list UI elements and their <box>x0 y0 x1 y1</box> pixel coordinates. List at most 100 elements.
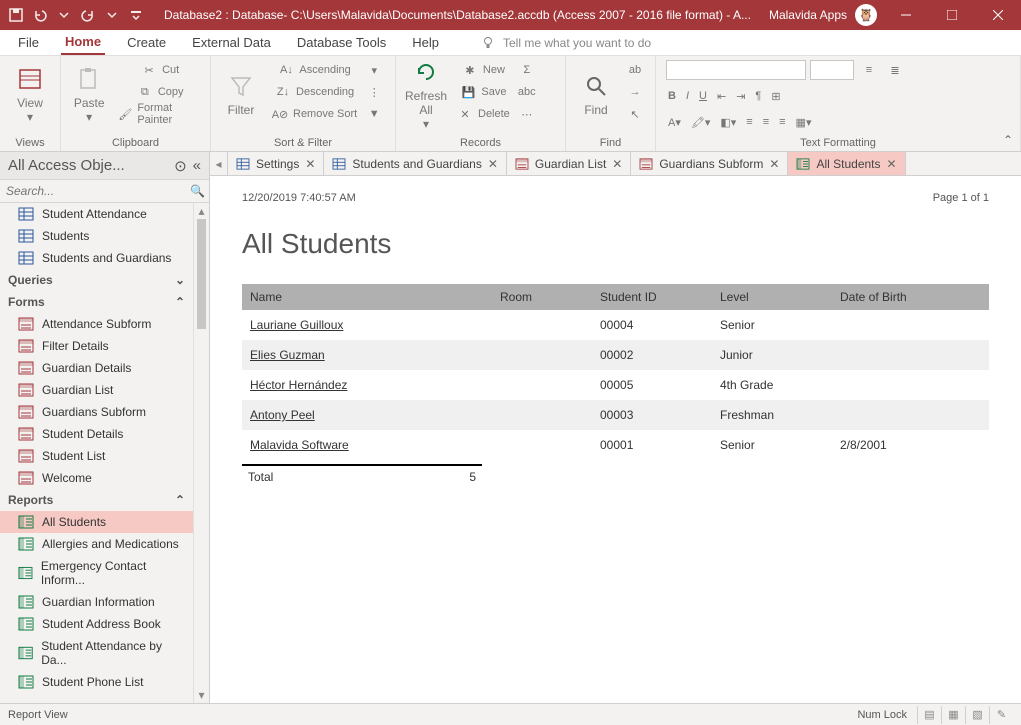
totals-button[interactable]: Σ <box>516 60 538 80</box>
cell-name[interactable]: Lauriane Guilloux <box>242 310 492 340</box>
bullets-button[interactable]: ≡ <box>858 60 880 80</box>
apps-label[interactable]: Malavida Apps <box>769 8 847 22</box>
align-right-button[interactable]: ≡ <box>777 112 787 132</box>
document-tab[interactable]: Guardians Subform✕ <box>631 152 788 175</box>
tab-create[interactable]: Create <box>123 30 170 55</box>
tab-database-tools[interactable]: Database Tools <box>293 30 390 55</box>
refresh-all-button[interactable]: Refresh All ▾ <box>402 60 450 130</box>
remove-sort-button[interactable]: A⊘Remove Sort <box>269 104 359 124</box>
view-button[interactable]: View ▾ <box>6 60 54 130</box>
indent-increase-button[interactable]: ⇥ <box>734 86 747 106</box>
nav-form-item[interactable]: Student List <box>0 445 193 467</box>
nav-report-item[interactable]: Student Attendance by Da... <box>0 635 193 671</box>
undo-icon[interactable] <box>32 7 48 23</box>
nav-report-item[interactable]: Emergency Contact Inform... <box>0 555 193 591</box>
gridlines-button[interactable]: ⊞ <box>769 86 782 106</box>
toggle-filter-button[interactable]: ▼ <box>363 104 385 124</box>
nav-table-item[interactable]: Students <box>0 225 193 247</box>
nav-scrollbar[interactable]: ▴ ▾ <box>193 203 209 703</box>
nav-report-item[interactable]: Student Phone List <box>0 671 193 693</box>
minimize-button[interactable] <box>883 0 929 30</box>
nav-form-item[interactable]: Guardian List <box>0 379 193 401</box>
nav-form-item[interactable]: Welcome <box>0 467 193 489</box>
nav-group-queries[interactable]: Queries⌄ <box>0 269 193 291</box>
document-tab[interactable]: Students and Guardians✕ <box>324 152 506 175</box>
nav-table-item[interactable]: Students and Guardians <box>0 247 193 269</box>
chevron-down-icon[interactable] <box>56 7 72 23</box>
find-button[interactable]: Find <box>572 60 620 130</box>
cell-name[interactable]: Antony Peel <box>242 400 492 430</box>
nav-report-item[interactable]: Guardian Information <box>0 591 193 613</box>
filter-button[interactable]: Filter <box>217 60 265 130</box>
descending-button[interactable]: Z↓Descending <box>269 82 359 102</box>
search-icon[interactable]: 🔍 <box>190 184 205 198</box>
collapse-ribbon-icon[interactable]: ⌃ <box>1003 133 1013 147</box>
font-name-dropdown[interactable] <box>666 60 806 80</box>
close-button[interactable] <box>975 0 1021 30</box>
format-painter-button[interactable]: 🖌Format Painter <box>115 104 204 124</box>
underline-button[interactable]: U <box>697 86 709 106</box>
close-tab-icon[interactable]: ✕ <box>887 157 897 171</box>
document-tab[interactable]: Settings✕ <box>228 152 324 175</box>
italic-button[interactable]: I <box>684 86 691 106</box>
document-tab[interactable]: All Students✕ <box>788 152 905 175</box>
font-color-button[interactable]: A▾ <box>666 112 683 132</box>
tab-help[interactable]: Help <box>408 30 443 55</box>
nav-form-item[interactable]: Guardians Subform <box>0 401 193 423</box>
view-print-button[interactable]: ▦ <box>941 706 965 724</box>
nav-report-item[interactable]: Student Address Book <box>0 613 193 635</box>
new-record-button[interactable]: ✱New <box>454 60 512 80</box>
select-button[interactable]: ↖ <box>624 104 646 124</box>
font-size-dropdown[interactable] <box>810 60 854 80</box>
scroll-up-icon[interactable]: ▴ <box>194 203 209 219</box>
goto-button[interactable]: → <box>624 82 646 102</box>
ascending-button[interactable]: A↓Ascending <box>269 60 359 80</box>
nav-report-item[interactable]: Allergies and Medications <box>0 533 193 555</box>
apps-badge-icon[interactable]: 🦉 <box>855 4 877 26</box>
alternate-row-color-button[interactable]: ▦▾ <box>794 112 814 132</box>
close-tab-icon[interactable]: ✕ <box>488 157 498 171</box>
collapse-nav-icon[interactable]: « <box>193 157 201 174</box>
customize-qat-icon[interactable] <box>128 7 144 23</box>
view-report-button[interactable]: ▤ <box>917 706 941 724</box>
nav-options-icon[interactable]: ⊙ <box>174 157 187 175</box>
selection-filter-button[interactable]: ▾ <box>363 60 385 80</box>
maximize-button[interactable] <box>929 0 975 30</box>
view-design-button[interactable]: ✎ <box>989 706 1013 724</box>
cell-name[interactable]: Malavida Software <box>242 430 492 460</box>
scroll-thumb[interactable] <box>197 219 206 329</box>
cell-name[interactable]: Héctor Hernández <box>242 370 492 400</box>
advanced-filter-button[interactable]: ⋮ <box>363 82 385 102</box>
nav-form-item[interactable]: Attendance Subform <box>0 313 193 335</box>
paste-button[interactable]: Paste ▾ <box>67 60 111 130</box>
nav-search-input[interactable] <box>4 182 190 200</box>
align-left-button[interactable]: ≡ <box>744 112 754 132</box>
tab-external-data[interactable]: External Data <box>188 30 275 55</box>
more-records-button[interactable]: ⋯ <box>516 104 538 124</box>
tab-file[interactable]: File <box>14 30 43 55</box>
tabs-scroll-left[interactable]: ◂ <box>210 152 228 175</box>
indent-decrease-button[interactable]: ⇤ <box>715 86 728 106</box>
highlight-button[interactable]: 🖍▾ <box>689 112 713 132</box>
bold-button[interactable]: B <box>666 86 678 106</box>
nav-header[interactable]: All Access Obje... ⊙ « <box>0 152 209 180</box>
close-tab-icon[interactable]: ✕ <box>769 157 779 171</box>
fill-color-button[interactable]: ◧▾ <box>718 112 738 132</box>
text-direction-button[interactable]: ¶ <box>753 86 763 106</box>
delete-record-button[interactable]: ✕Delete <box>454 104 512 124</box>
chevron-down-icon[interactable] <box>104 7 120 23</box>
close-tab-icon[interactable]: ✕ <box>612 157 622 171</box>
nav-form-item[interactable]: Filter Details <box>0 335 193 357</box>
nav-form-item[interactable]: Guardian Details <box>0 357 193 379</box>
nav-group-forms[interactable]: Forms⌃ <box>0 291 193 313</box>
tell-me[interactable]: Tell me what you want to do <box>481 30 651 55</box>
cell-name[interactable]: Elies Guzman <box>242 340 492 370</box>
nav-form-item[interactable]: Student Details <box>0 423 193 445</box>
save-record-button[interactable]: 💾Save <box>454 82 512 102</box>
close-tab-icon[interactable]: ✕ <box>305 157 315 171</box>
align-center-button[interactable]: ≡ <box>761 112 771 132</box>
document-tab[interactable]: Guardian List✕ <box>507 152 631 175</box>
scroll-down-icon[interactable]: ▾ <box>194 687 209 703</box>
save-icon[interactable] <box>8 7 24 23</box>
copy-button[interactable]: ⧉Copy <box>115 82 204 102</box>
